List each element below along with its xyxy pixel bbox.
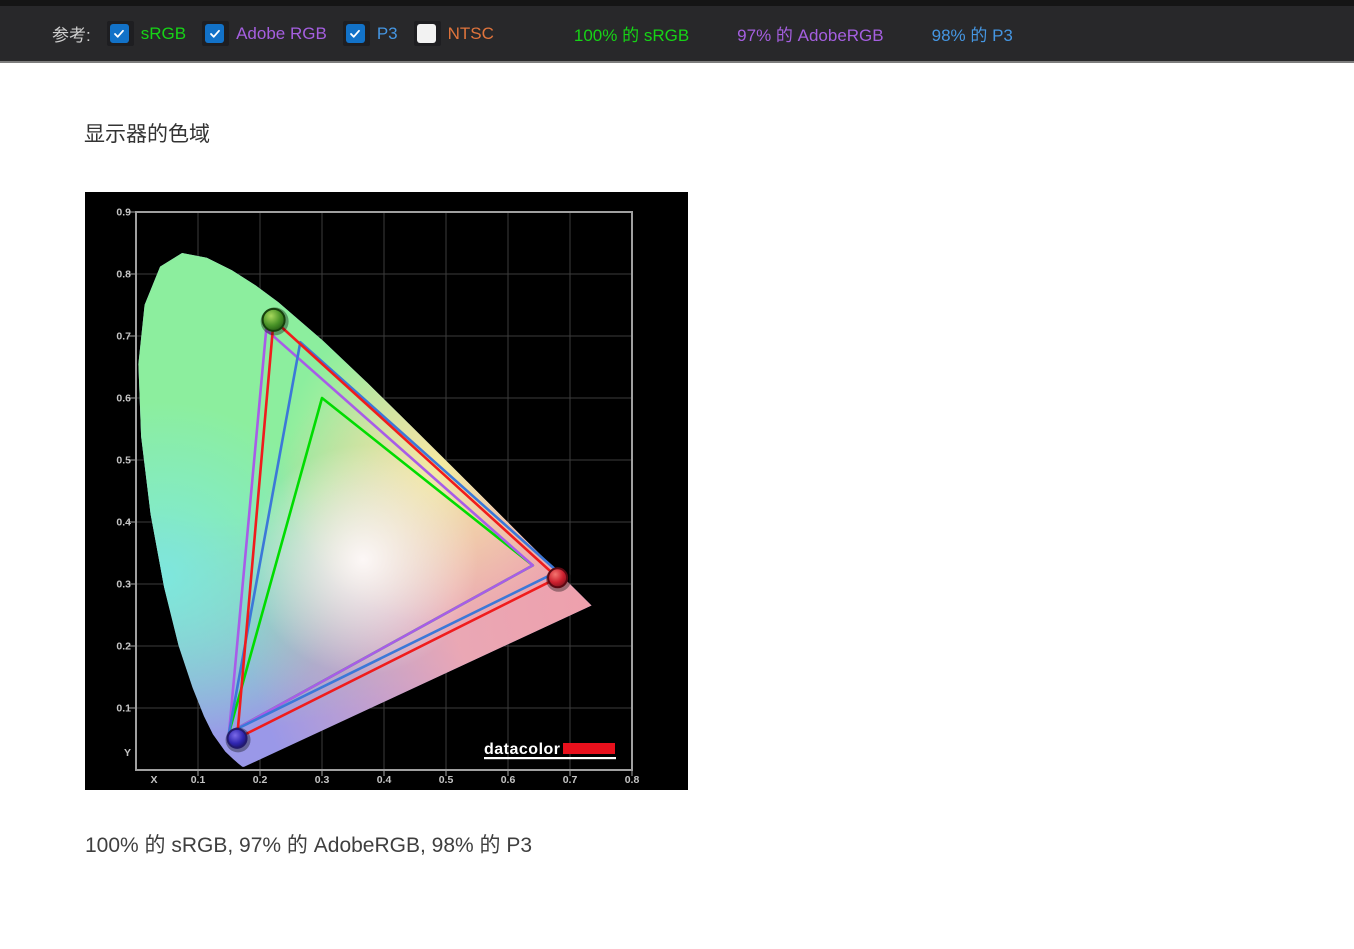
reference-toolbar: 参考: sRGB Adobe RGB P3 NTSC 100% 的 sRGB 97% 的…	[0, 0, 1354, 63]
checkbox-label: Adobe RGB	[236, 23, 327, 43]
svg-text:0.8: 0.8	[625, 774, 640, 786]
svg-text:0.6: 0.6	[116, 393, 131, 405]
x-axis-label: X	[150, 774, 157, 786]
svg-text:0.4: 0.4	[377, 774, 392, 786]
checkbox-plate	[106, 21, 134, 46]
checkbox-label: sRGB	[140, 23, 187, 43]
checkbox-ntsc[interactable]: NTSC	[413, 21, 494, 46]
gamut-results: 100% 的 sRGB 97% 的 AdobeRGB 98% 的 P3	[510, 21, 1013, 46]
gamut-summary-caption: 100% 的 sRGB, 97% 的 AdobeRGB, 98% 的 P3	[85, 834, 533, 857]
gamut-result-0: 100% 的 sRGB	[573, 26, 690, 45]
checkbox-srgb[interactable]: sRGB	[106, 21, 187, 46]
svg-text:0.8: 0.8	[116, 269, 131, 281]
reference-label: 参考:	[52, 26, 91, 45]
datacolor-logo-underline	[484, 757, 616, 760]
checkbox-plate	[342, 21, 370, 46]
checked-checkbox-icon[interactable]	[109, 24, 129, 43]
checkbox-plate	[202, 21, 230, 46]
datacolor-logo-text: datacolor	[484, 741, 561, 758]
svg-text:0.7: 0.7	[563, 774, 578, 786]
green-primary-marker	[261, 307, 286, 332]
checkbox-p3[interactable]: P3	[342, 21, 398, 46]
checked-checkbox-icon[interactable]	[345, 24, 365, 43]
svg-text:0.7: 0.7	[116, 331, 131, 343]
svg-text:0.4: 0.4	[116, 517, 131, 529]
svg-text:0.2: 0.2	[116, 641, 131, 653]
svg-text:0.3: 0.3	[116, 579, 131, 591]
svg-text:0.1: 0.1	[116, 703, 131, 715]
blue-primary-marker	[226, 727, 248, 749]
datacolor-logo-bar	[563, 743, 615, 754]
svg-text:0.1: 0.1	[191, 774, 206, 786]
gamut-result-2: 98% 的 P3	[931, 26, 1013, 45]
svg-text:0.2: 0.2	[253, 774, 268, 786]
svg-text:0.5: 0.5	[116, 455, 131, 467]
gamut-chart: 0.1 0.2 0.3 0.4 0.5 0.6 0.7 0.8 0.9 0.1 0.2 0.3 0.4 0…	[85, 192, 688, 790]
y-axis-label: Y	[124, 747, 131, 759]
checkbox-plate	[413, 21, 441, 46]
red-primary-marker	[547, 567, 569, 589]
page-title: 显示器的色域	[84, 123, 210, 146]
svg-text:0.6: 0.6	[501, 774, 516, 786]
svg-text:0.9: 0.9	[116, 207, 131, 219]
checked-checkbox-icon[interactable]	[205, 24, 225, 43]
reference-checkbox-group: sRGB Adobe RGB P3 NTSC	[106, 21, 510, 46]
checkbox-adobe-rgb[interactable]: Adobe RGB	[202, 21, 327, 46]
svg-text:0.3: 0.3	[315, 774, 330, 786]
checkbox-label: NTSC	[447, 23, 494, 43]
checkbox-label: P3	[376, 23, 398, 43]
chromaticity-diagram: 0.1 0.2 0.3 0.4 0.5 0.6 0.7 0.8 0.9 0.1 0.2 0.3 0.4 0…	[85, 192, 688, 790]
svg-text:0.5: 0.5	[439, 774, 454, 786]
unchecked-checkbox-icon[interactable]	[416, 24, 436, 43]
gamut-result-1: 97% 的 AdobeRGB	[737, 26, 884, 45]
